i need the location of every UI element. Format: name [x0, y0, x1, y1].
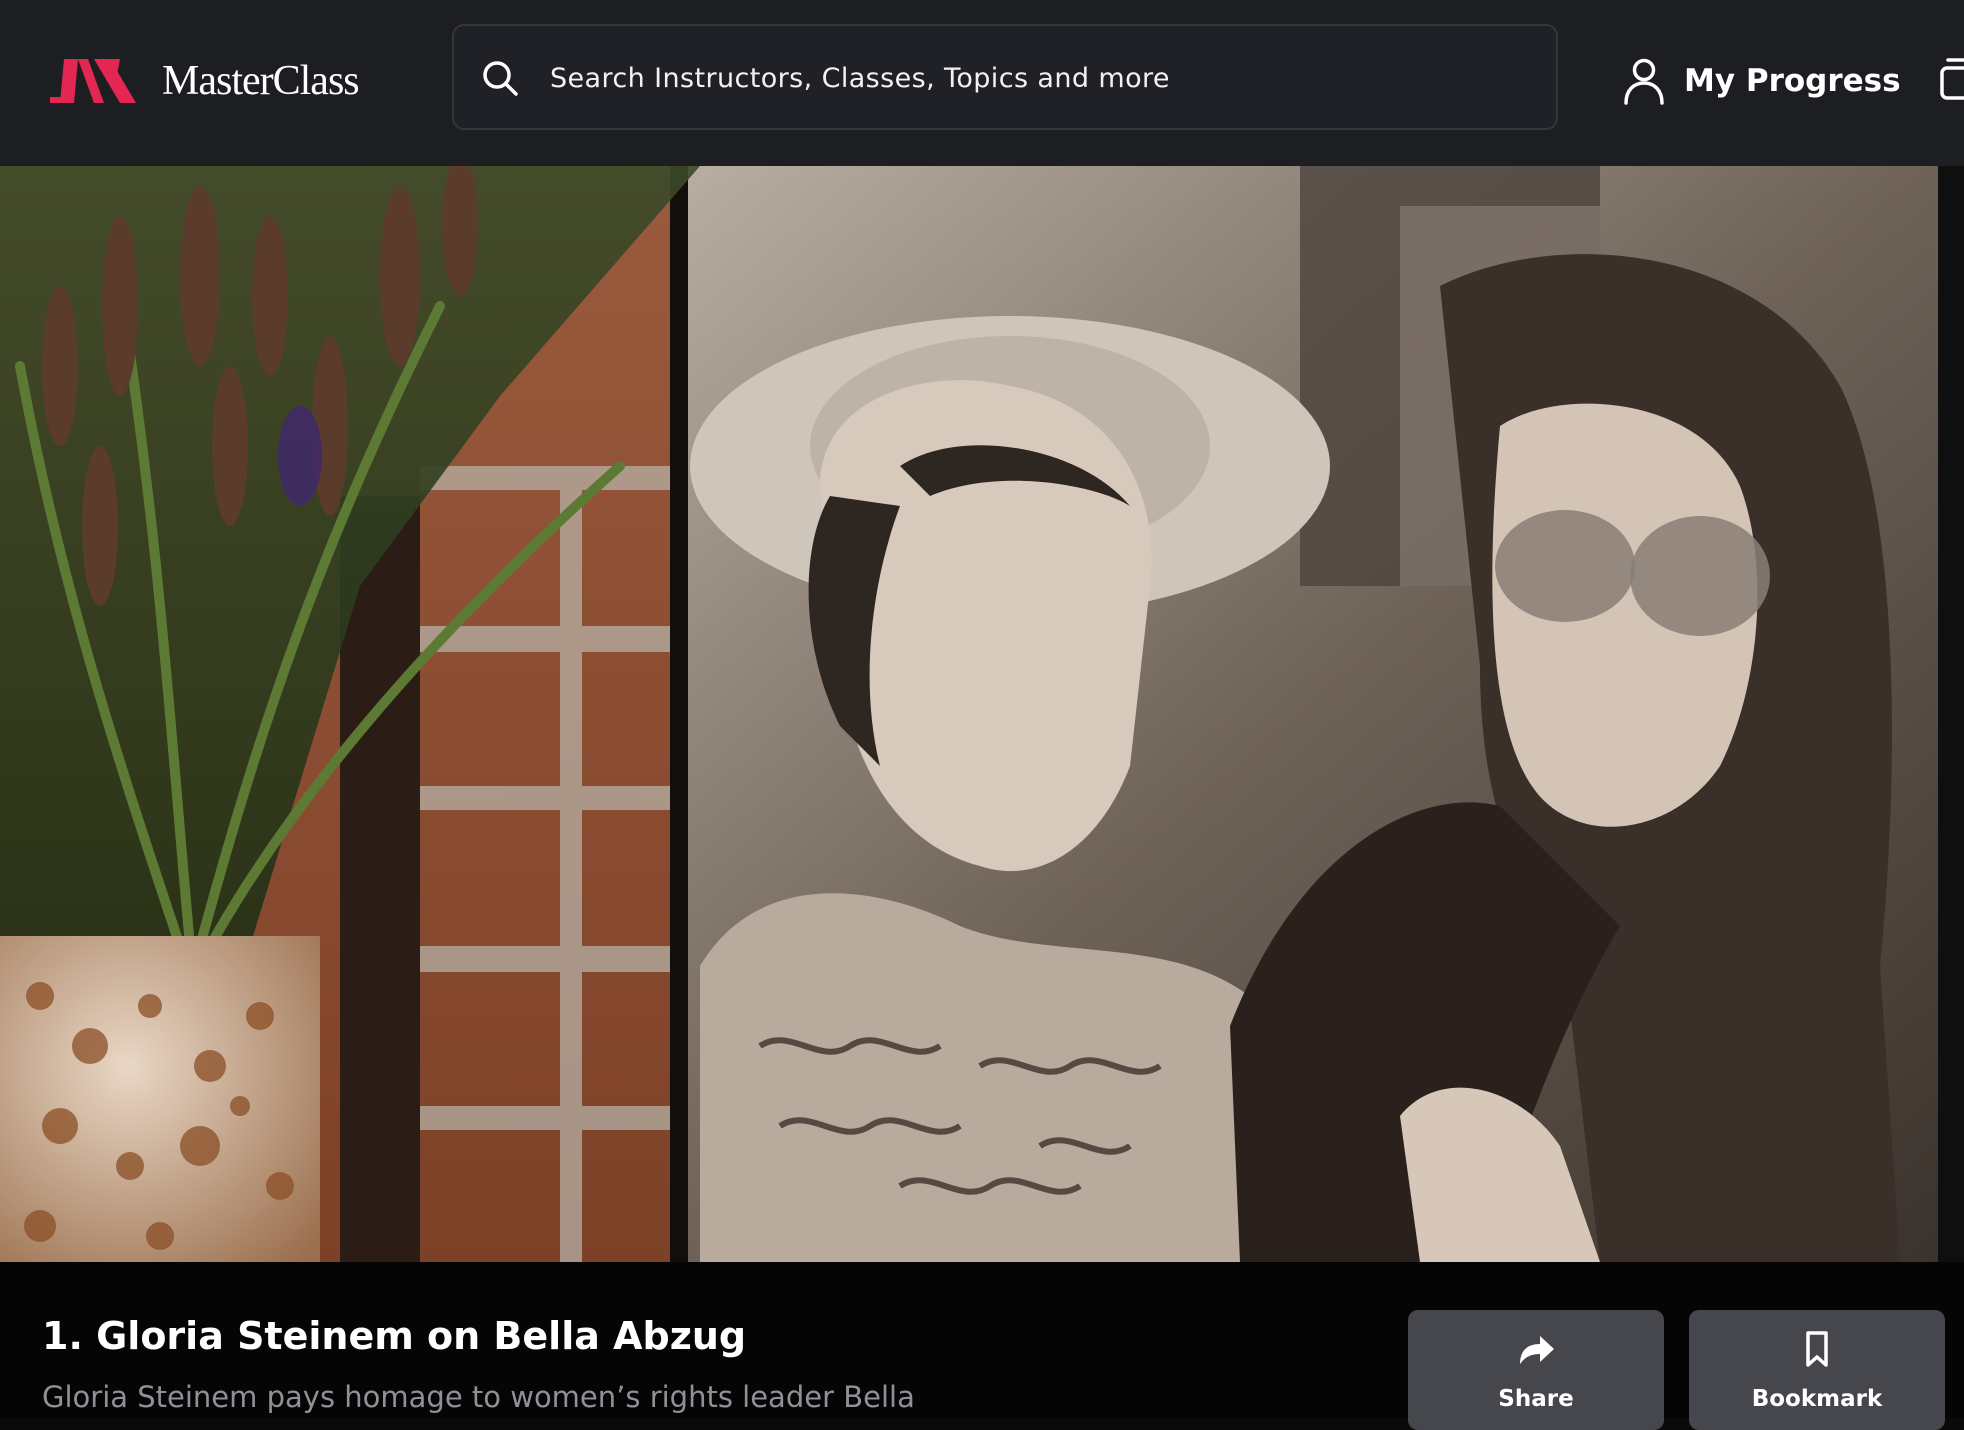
lesson-info: 1. Gloria Steinem on Bella Abzug Gloria …: [0, 1262, 1964, 1430]
masterclass-logo-mark: [50, 59, 136, 103]
video-player[interactable]: [0, 166, 1964, 1262]
lesson-description: Gloria Steinem pays homage to women’s ri…: [42, 1380, 915, 1414]
share-label: Share: [1498, 1386, 1574, 1412]
bookmark-icon: [1806, 1331, 1828, 1367]
my-progress-link[interactable]: My Progress: [1622, 52, 1901, 110]
bookmark-label: Bookmark: [1751, 1386, 1883, 1412]
search-bar[interactable]: [452, 24, 1558, 130]
search-icon[interactable]: [478, 56, 522, 100]
masterclass-logo[interactable]: MasterClass: [48, 50, 360, 112]
video-frame: [0, 166, 1964, 1262]
bookmark-button[interactable]: Bookmark: [1689, 1310, 1945, 1430]
lesson-title: 1. Gloria Steinem on Bella Abzug: [42, 1314, 747, 1358]
share-button[interactable]: Share: [1408, 1310, 1664, 1430]
library-icon[interactable]: [1940, 54, 1964, 102]
top-nav: MasterClass My Progress: [0, 0, 1964, 166]
share-icon: [1520, 1336, 1554, 1364]
masterclass-wordmark: MasterClass: [162, 58, 360, 104]
my-progress-label: My Progress: [1684, 63, 1901, 99]
search-input[interactable]: [548, 50, 1528, 106]
video-edge: [1938, 166, 1964, 1262]
person-icon: [1624, 58, 1664, 105]
